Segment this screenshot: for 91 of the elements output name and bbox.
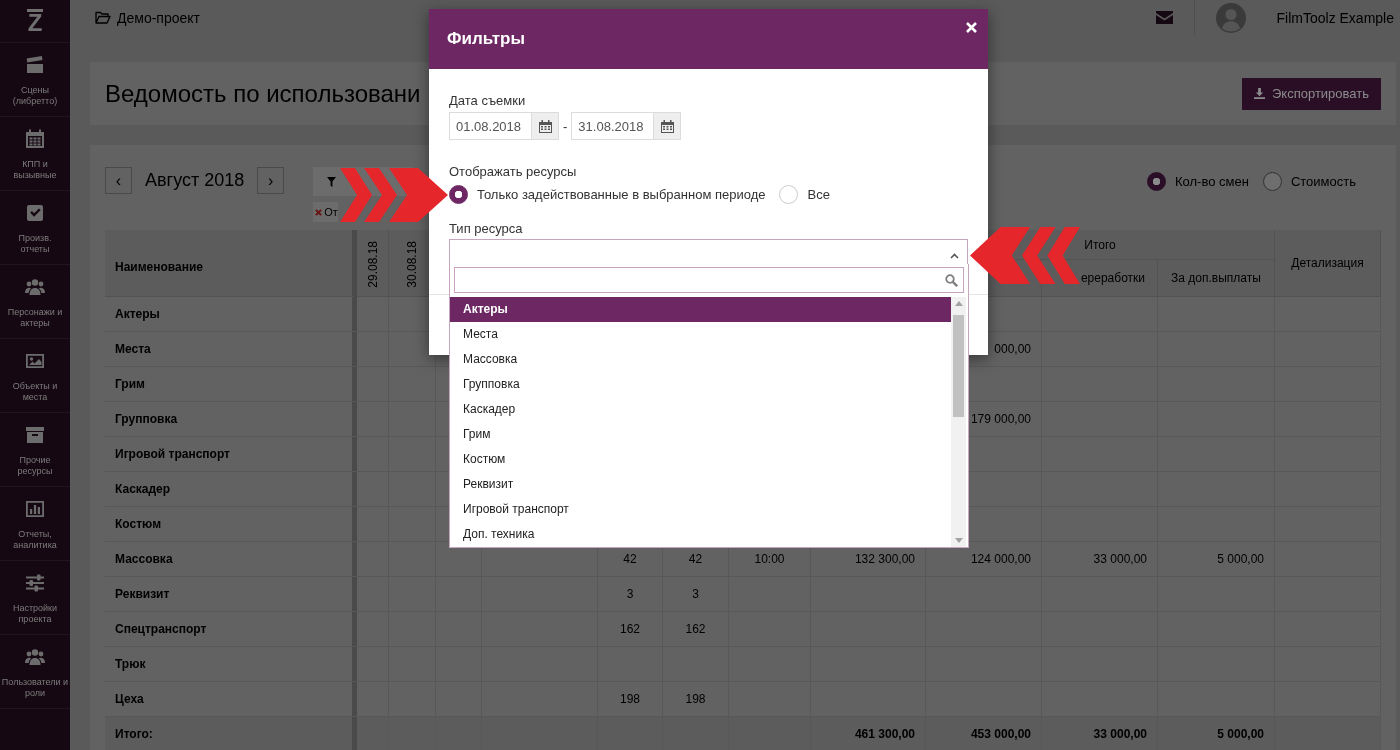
dropdown-option[interactable]: Групповка [450, 372, 951, 397]
clapperboard-icon [25, 55, 45, 75]
page-title: Ведомость по использовани [105, 79, 421, 108]
field-label: Тип ресурса [449, 221, 524, 236]
option-label[interactable]: Стоимость [1290, 174, 1356, 189]
people-icon [25, 647, 45, 667]
radio-button[interactable] [1147, 172, 1166, 191]
select-field[interactable] [449, 239, 968, 264]
project-link[interactable]: Демо-проект [95, 9, 200, 26]
table-cell: 33 000,00 [1042, 717, 1158, 750]
chevron-arrow-icon [970, 227, 1080, 284]
calendar-icon [25, 129, 45, 149]
search-field[interactable] [454, 267, 964, 293]
row-label: Костюм [105, 507, 357, 541]
dropdown-option[interactable]: Игровой транспорт [450, 497, 951, 522]
option-label[interactable]: Только задействованные в выбранном периоде [477, 186, 766, 202]
column-header: За доп.выплаты [1158, 260, 1275, 297]
row-label: Игровой транспорт [105, 437, 357, 471]
filter-icon [327, 176, 337, 187]
scroll-down-icon[interactable] [954, 538, 963, 543]
mail-icon[interactable] [1155, 11, 1173, 24]
table-cell: 162 [598, 612, 663, 646]
row-label: Итого: [105, 717, 357, 750]
sidebar-item[interactable]: Сцены (либретто) [0, 43, 70, 117]
download-icon [1254, 88, 1265, 99]
sidebar-item[interactable]: Произв. отчеты [0, 191, 70, 265]
bar-chart-icon [25, 499, 45, 519]
date-separator: - [563, 118, 568, 134]
column-header: 30.08.18 [405, 241, 419, 288]
next-month-button[interactable]: › [257, 167, 285, 194]
option-label[interactable]: Все [807, 186, 830, 202]
field-label: Дата съемки [449, 93, 527, 108]
avatar-icon[interactable] [1215, 2, 1246, 33]
table-cell: 461 300,00 [811, 717, 926, 750]
sidebar-item[interactable]: Объекты и места [0, 339, 70, 413]
column-header: Наименование [105, 230, 357, 297]
table-cell: 33 000,00 [1042, 542, 1158, 576]
month-label: Август 2018 [145, 169, 245, 192]
row-label: Реквизит [105, 577, 357, 611]
caret-up-icon [950, 253, 959, 259]
table-cell: 198 [663, 682, 729, 716]
sidebar-item[interactable]: Пользователи и роли [0, 635, 70, 709]
sidebar-item[interactable]: Настройки проекта [0, 561, 70, 635]
table-cell: 198 [598, 682, 663, 716]
dropdown-option[interactable]: Реквизит [450, 472, 951, 497]
radio-button[interactable] [1262, 172, 1282, 191]
row-label: Актеры [105, 297, 357, 331]
table-cell: 453 000,00 [926, 717, 1042, 750]
radio-button[interactable] [449, 184, 468, 204]
logo[interactable]: Z [26, 9, 44, 33]
row-label: Грим [105, 367, 357, 401]
dropdown-option[interactable]: Актеры [450, 297, 951, 322]
dialog-title: Фильтры [447, 28, 525, 50]
table-cell: 5 000,00 [1158, 542, 1275, 576]
filter-tag[interactable]: От [313, 202, 339, 222]
user-name[interactable]: FilmToolz Example [1276, 9, 1394, 26]
row-label: Каскадер [105, 472, 357, 506]
calendar-icon [660, 119, 674, 133]
folder-icon [95, 11, 111, 24]
calendar-button[interactable] [653, 112, 682, 140]
row-label: Спецтранспорт [105, 612, 357, 646]
picture-icon [25, 351, 45, 371]
scrollbar[interactable] [951, 297, 966, 547]
option-label[interactable]: Кол-во смен [1175, 174, 1249, 189]
table-cell: 3 [663, 577, 729, 611]
table-cell: 5 000,00 [1158, 717, 1275, 750]
dropdown-option[interactable]: Костюм [450, 447, 951, 472]
table-cell: 3 [598, 577, 663, 611]
sidebar-item[interactable]: Персонажи и актеры [0, 265, 70, 339]
table-cell: 162 [663, 612, 729, 646]
column-header: Детализация [1275, 230, 1381, 297]
search-icon[interactable] [945, 274, 958, 287]
sidebar-item[interactable]: Отчеты, аналитика [0, 487, 70, 561]
previous-month-button[interactable]: ‹ [105, 167, 132, 194]
sidebar-item[interactable]: Прочие ресурсы [0, 413, 70, 487]
sidebar-item[interactable]: КПП и вызывные [0, 117, 70, 191]
row-label: Места [105, 332, 357, 366]
export-button[interactable]: Экспортировать [1242, 77, 1381, 110]
calendar-button[interactable] [531, 112, 559, 140]
calendar-icon [538, 119, 552, 133]
field-label: Отображать ресурсы [449, 164, 578, 179]
row-label: Массовка [105, 542, 357, 576]
column-header: 29.08.18 [365, 241, 380, 288]
scroll-up-icon[interactable] [954, 301, 963, 306]
chevron-arrow-icon [340, 168, 448, 222]
archive-box-icon [25, 425, 45, 445]
people-icon [25, 277, 45, 297]
row-label: Групповка [105, 402, 357, 436]
scrollbar-thumb[interactable] [953, 315, 964, 417]
sliders-icon [25, 573, 45, 593]
row-label: Трюк [105, 647, 357, 681]
